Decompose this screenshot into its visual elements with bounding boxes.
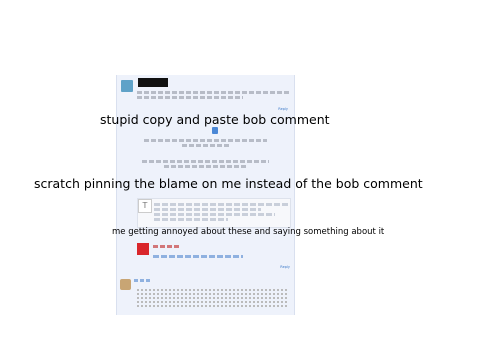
reply-link[interactable]: Reply: [278, 107, 288, 111]
user-avatar-2[interactable]: [120, 279, 131, 290]
caption-pinning: scratch pinning the blame on me instead …: [34, 176, 423, 191]
reply-textbox[interactable]: T: [137, 198, 291, 228]
bob-comment-notice: [137, 159, 274, 170]
comments-panel: Reply T Reply: [116, 75, 295, 315]
avatar[interactable]: [121, 80, 133, 92]
reply-link-2[interactable]: Reply: [280, 265, 290, 269]
pinned-notice: [137, 138, 274, 149]
redacted-username: [138, 78, 168, 87]
caption-copy-paste: stupid copy and paste bob comment: [100, 112, 330, 127]
comment-link-line[interactable]: [153, 255, 243, 258]
username-2[interactable]: [134, 279, 150, 282]
text-icon: T: [138, 199, 152, 213]
red-username[interactable]: [153, 245, 179, 248]
red-avatar[interactable]: [137, 243, 149, 255]
caption-annoyed: me getting annoyed about these and sayin…: [112, 227, 385, 237]
question-marks-comment: [137, 287, 287, 315]
reply-text: [154, 201, 288, 223]
comment-body: [137, 90, 289, 101]
pin-icon: [212, 127, 218, 134]
